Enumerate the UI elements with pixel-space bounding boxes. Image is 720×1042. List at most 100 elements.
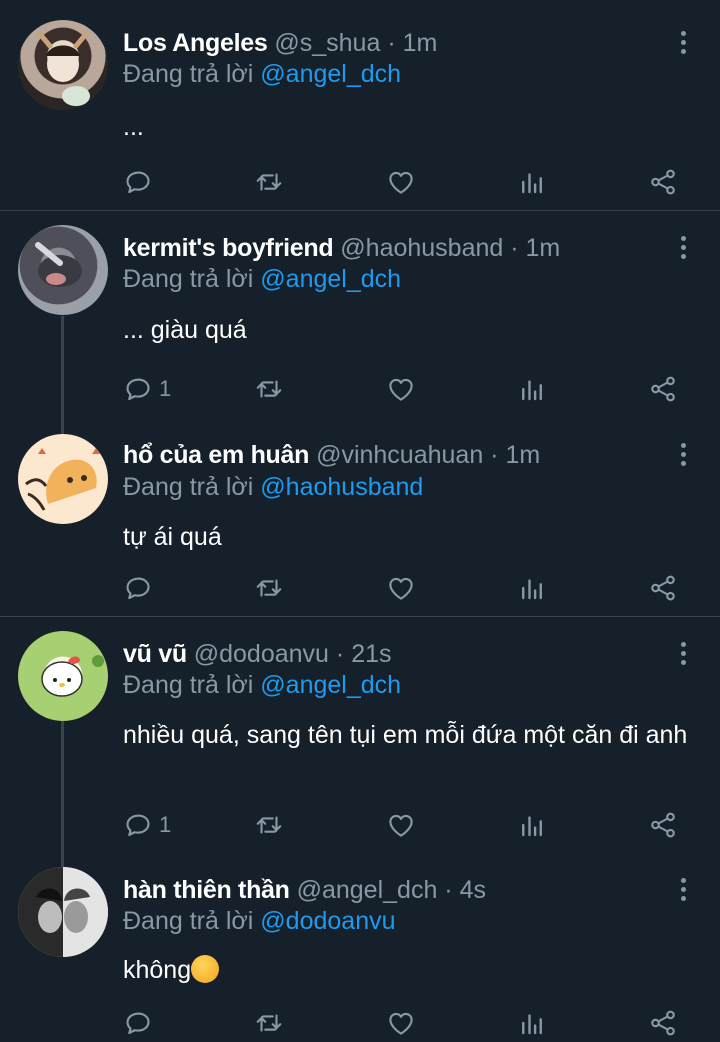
username[interactable]: @vinhcuahuan — [316, 441, 483, 469]
share-button[interactable] — [648, 164, 678, 200]
avatar[interactable] — [18, 867, 108, 957]
analytics-button[interactable] — [517, 1005, 547, 1041]
analytics-button[interactable] — [517, 164, 547, 200]
tweet[interactable]: vũ vũ @dodoanvu · 21s Đang trả lời @ange… — [0, 617, 720, 857]
display-name[interactable]: hàn thiên thần — [123, 876, 290, 904]
analytics-icon — [517, 374, 547, 404]
mention-link[interactable]: @dodoanvu — [260, 907, 395, 935]
analytics-icon — [517, 573, 547, 603]
reply-button[interactable] — [123, 1005, 159, 1041]
replying-to: Đang trả lời @angel_dch — [123, 670, 401, 700]
like-button[interactable] — [386, 371, 416, 407]
username[interactable]: @angel_dch — [297, 876, 438, 904]
more-icon[interactable] — [676, 642, 690, 668]
timestamp[interactable]: 1m — [505, 441, 540, 469]
analytics-button[interactable] — [517, 570, 547, 606]
replying-to-label: Đang trả lời — [123, 671, 254, 699]
more-icon[interactable] — [676, 878, 690, 904]
retweet-button[interactable] — [254, 164, 284, 200]
replying-to-label: Đang trả lời — [123, 60, 254, 88]
separator: · — [380, 29, 403, 57]
analytics-icon — [517, 167, 547, 197]
tweet-header: kermit's boyfriend @haohusband · 1m — [123, 233, 560, 263]
tweet-header: Los Angeles @s_shua · 1m — [123, 28, 437, 58]
reply-count: 1 — [159, 376, 172, 401]
tweet[interactable]: hổ của em huân @vinhcuahuan · 1m Đang tr… — [0, 416, 720, 616]
share-icon — [648, 1008, 678, 1038]
action-bar — [0, 570, 720, 606]
mention-link[interactable]: @angel_dch — [260, 60, 401, 88]
timestamp[interactable]: 21s — [351, 640, 391, 668]
username[interactable]: @s_shua — [274, 29, 380, 57]
separator: · — [437, 876, 460, 904]
tweet-text: tự ái quá — [123, 523, 222, 551]
share-icon — [648, 810, 678, 840]
timestamp[interactable]: 1m — [403, 29, 438, 57]
reply-button[interactable]: 1 — [123, 807, 171, 843]
tweet-header: hàn thiên thần @angel_dch · 4s — [123, 875, 486, 905]
separator: · — [328, 640, 352, 668]
share-button[interactable] — [648, 807, 678, 843]
mention-link[interactable]: @angel_dch — [260, 671, 401, 699]
retweet-button[interactable] — [254, 570, 284, 606]
display-name[interactable]: hổ của em huân — [123, 441, 309, 469]
like-icon — [386, 374, 416, 404]
mention-link[interactable]: @haohusband — [260, 473, 423, 501]
reply-button[interactable] — [123, 570, 159, 606]
username[interactable]: @haohusband — [340, 234, 503, 262]
avatar[interactable] — [18, 631, 108, 721]
like-button[interactable] — [386, 807, 416, 843]
retweet-icon — [254, 167, 284, 197]
tweet[interactable]: kermit's boyfriend @haohusband · 1m Đang… — [0, 211, 720, 416]
more-icon[interactable] — [676, 443, 690, 469]
display-name[interactable]: vũ vũ — [123, 640, 187, 668]
share-icon — [648, 374, 678, 404]
action-bar: 1 — [0, 807, 720, 843]
retweet-button[interactable] — [254, 371, 284, 407]
retweet-icon — [254, 1008, 284, 1038]
share-button[interactable] — [648, 570, 678, 606]
timestamp[interactable]: 4s — [460, 876, 486, 904]
display-name[interactable]: kermit's boyfriend — [123, 234, 334, 262]
more-icon[interactable] — [676, 236, 690, 262]
share-icon — [648, 573, 678, 603]
replying-to: Đang trả lời @angel_dch — [123, 59, 401, 89]
retweet-button[interactable] — [254, 807, 284, 843]
tweet-header: hổ của em huân @vinhcuahuan · 1m — [123, 440, 540, 470]
like-button[interactable] — [386, 164, 416, 200]
replying-to: Đang trả lời @haohusband — [123, 472, 423, 502]
display-name[interactable]: Los Angeles — [123, 29, 268, 57]
like-button[interactable] — [386, 1005, 416, 1041]
separator: · — [503, 234, 526, 262]
reply-button[interactable]: 1 — [123, 371, 171, 407]
tweet-text: ... giàu quá — [123, 316, 247, 344]
reply-icon — [123, 167, 153, 197]
tweet[interactable]: Los Angeles @s_shua · 1m Đang trả lời @a… — [0, 0, 720, 210]
like-button[interactable] — [386, 570, 416, 606]
analytics-button[interactable] — [517, 807, 547, 843]
username[interactable]: @dodoanvu — [194, 640, 329, 668]
separator: · — [483, 441, 506, 469]
retweet-icon — [254, 573, 284, 603]
mention-link[interactable]: @angel_dch — [260, 265, 401, 293]
tweet[interactable]: hàn thiên thần @angel_dch · 4s Đang trả … — [0, 857, 720, 1042]
tweet-text: không — [123, 956, 192, 984]
avatar[interactable] — [18, 434, 108, 524]
action-bar: 1 — [0, 371, 720, 407]
reply-icon — [123, 374, 153, 404]
share-button[interactable] — [648, 1005, 678, 1041]
analytics-icon — [517, 1008, 547, 1038]
avatar[interactable] — [18, 20, 108, 110]
avatar[interactable] — [18, 225, 108, 315]
retweet-button[interactable] — [254, 1005, 284, 1041]
more-icon[interactable] — [676, 31, 690, 57]
reply-button[interactable] — [123, 164, 159, 200]
tweet-text: ... — [123, 113, 144, 141]
timestamp[interactable]: 1m — [526, 234, 561, 262]
replying-to: Đang trả lời @angel_dch — [123, 264, 401, 294]
like-icon — [386, 573, 416, 603]
analytics-button[interactable] — [517, 371, 547, 407]
hand-over-mouth-emoji-icon — [191, 955, 220, 983]
retweet-icon — [254, 374, 284, 404]
share-button[interactable] — [648, 371, 678, 407]
